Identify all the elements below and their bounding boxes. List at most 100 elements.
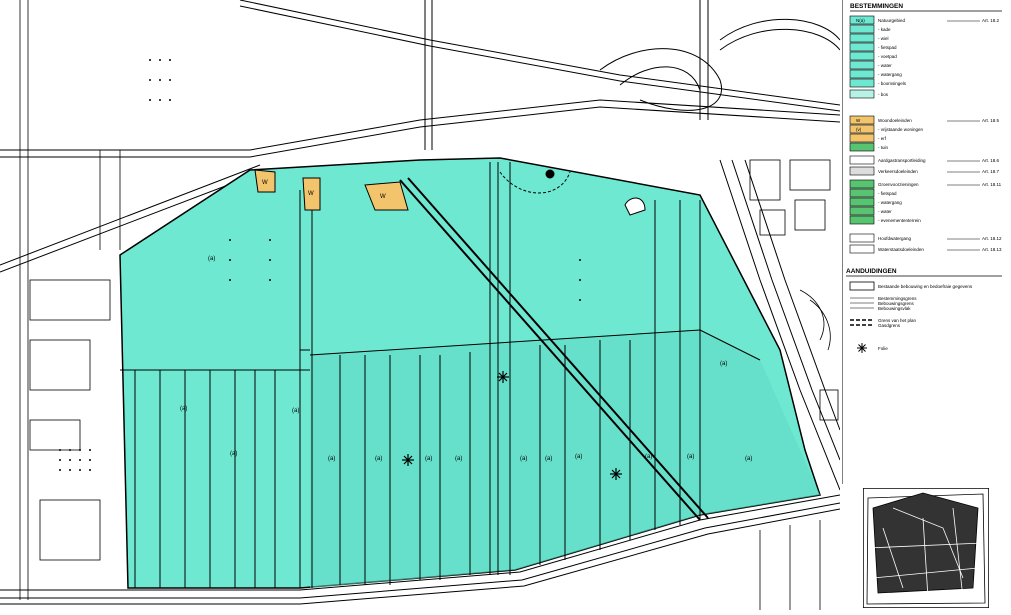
legend-item: Aardgastransportleiding Art. 18.6 [849, 155, 1000, 165]
legend-label: Natuurgebied [878, 18, 906, 23]
legend-label: - vrijstaande woningen [878, 127, 924, 132]
legend-swatch [849, 244, 875, 254]
legend-label: - wiel [878, 36, 889, 41]
legend-label: - watergang [878, 72, 902, 77]
parcel-label: (a) [575, 454, 582, 460]
legend-label: - water [878, 209, 892, 214]
legend-article: Art. 18.6 [982, 158, 1000, 163]
parcel-label: (a) [230, 451, 237, 457]
legend-item: Groenvoorzieningen Art. 18.11 [849, 179, 1002, 189]
legend-aanduidingen: Bestaande bebouwing en bedoefraie gegeve… [849, 281, 973, 353]
legend-aanduiding: Gasdgrens [850, 323, 901, 328]
parcel-label: (a) [520, 456, 527, 462]
legend-item: - evenemententerrein [849, 215, 921, 225]
legend-swatch [849, 115, 875, 125]
parcel-label: (a) [180, 406, 187, 412]
legend-item: Waterstaatsdoeleinden Art. 18.13 [849, 244, 1002, 254]
legend-item: Verkeersdoeleinden Art. 18.7 [849, 166, 1000, 176]
legend-heading-bestemmingen: BESTEMMINGEN [850, 3, 903, 10]
key-map-inset[interactable] [862, 487, 990, 609]
legend-item: - watergang [849, 197, 902, 207]
folie-icon [857, 343, 867, 353]
legend-code: N(a) [856, 18, 865, 23]
legend-item: - kade [849, 24, 891, 34]
legend-item: - watergang [849, 69, 902, 79]
parcel-label: (a) [425, 456, 432, 462]
legend-label: Groenvoorzieningen [878, 182, 919, 187]
legend-swatch [849, 24, 875, 34]
legend-label: - watergang [878, 200, 902, 205]
legend-item: - fietspad [849, 188, 897, 198]
legend-article: Art. 18.12 [982, 236, 1002, 241]
legend-swatch [849, 42, 875, 52]
legend-label: - bos [878, 92, 889, 97]
legend-swatch [849, 142, 875, 152]
legend-item: Hoofdwatergang Art. 18.12 [849, 233, 1002, 243]
legend-panel: BESTEMMINGEN N(a) Natuurgebied Art. 18.2 - … [841, 0, 1011, 484]
legend-swatch [849, 69, 875, 79]
key-map-canvas [862, 487, 990, 609]
parcel-label: (a) [687, 454, 694, 460]
house-label: W [308, 191, 314, 197]
parcel-label: (a) [375, 456, 382, 462]
legend-label: - tuin [878, 145, 889, 150]
parcel-label: (a) [720, 361, 727, 367]
legend-item: - tuin [849, 142, 889, 152]
legend-swatch [849, 233, 875, 243]
legend-label: Hoofdwatergang [878, 236, 912, 241]
legend-label: - boomsingels [878, 81, 907, 86]
legend-canvas: BESTEMMINGEN N(a) Natuurgebied Art. 18.2 - … [841, 0, 1002, 484]
legend-label: Waterstaatsdoeleinden [878, 247, 924, 252]
parcel-label: (a) [328, 456, 335, 462]
legend-swatch [849, 188, 875, 198]
legend-swatch [849, 60, 875, 70]
legend-item: N(a) Natuurgebied Art. 18.2 [849, 15, 1000, 25]
legend-item: W Woondoeleinden Art. 18.5 [849, 115, 1000, 125]
legend-item: - erf [849, 133, 887, 143]
legend-label: - fietspad [878, 45, 897, 50]
legend-swatch [849, 197, 875, 207]
legend-swatch [849, 166, 875, 176]
legend-swatch [849, 78, 875, 88]
legend-item: - fietspad [849, 42, 897, 52]
legend-item: - bos [849, 89, 889, 99]
legend-label: Woondoeleinden [878, 118, 912, 123]
legend-swatch [849, 155, 875, 165]
legend-article: Art. 18.2 [982, 18, 1000, 23]
zoning-map[interactable]: W W W (a) (a) (a) (a) (a) (a) (a) (a) (a… [0, 0, 841, 610]
legend-label: Bestaande bebouwing en bedoefraie gegeve… [878, 284, 973, 289]
legend-swatch [849, 206, 875, 216]
legend-swatch [849, 179, 875, 189]
legend-item: (v) - vrijstaande woningen [849, 124, 924, 134]
legend-label: Aardgastransportleiding [878, 158, 926, 163]
parcel-label: (a) [645, 454, 652, 460]
legend-item: - wiel [849, 33, 889, 43]
legend-item: - water [849, 60, 892, 70]
legend-label: Folie [878, 346, 888, 351]
legend-aanduiding: Bestaande bebouwing en bedoefraie gegeve… [849, 281, 973, 291]
parcel-label: (a) [208, 256, 215, 262]
house-label: W [262, 180, 268, 186]
legend-swatch [849, 89, 875, 99]
legend-label: Bebouwingsvlak [878, 306, 911, 311]
parcel-label: (a) [292, 408, 299, 414]
legend-label: - erf [878, 136, 887, 141]
legend-aanduiding: Folie [857, 343, 888, 353]
parcel-label: (a) [545, 456, 552, 462]
legend-swatch [849, 33, 875, 43]
legend-swatch [849, 281, 875, 291]
legend-swatch [849, 133, 875, 143]
legend-items: N(a) Natuurgebied Art. 18.2 - kade - wiel - f… [849, 15, 1002, 254]
legend-label: - voetpad [878, 54, 897, 59]
legend-label: Gasdgrens [878, 323, 901, 328]
legend-article: Art. 18.7 [982, 169, 1000, 174]
legend-label: Verkeersdoeleinden [878, 169, 918, 174]
legend-article: Art. 18.13 [982, 247, 1002, 252]
legend-code: (v) [856, 127, 862, 132]
legend-swatch [849, 215, 875, 225]
legend-label: - fietspad [878, 191, 897, 196]
legend-swatch [849, 124, 875, 134]
legend-item: - water [849, 206, 892, 216]
legend-heading-aanduidingen: AANDUIDINGEN [846, 268, 897, 275]
legend-item: - voetpad [849, 51, 897, 61]
